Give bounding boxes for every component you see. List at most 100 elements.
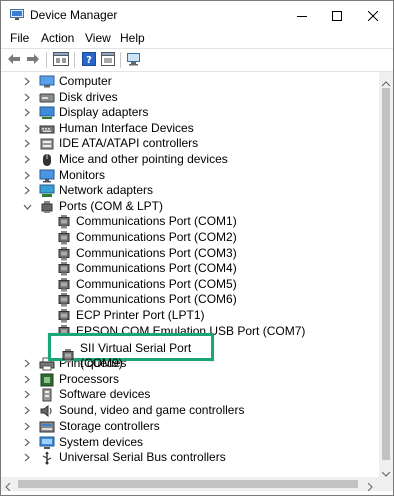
chevron-right-icon[interactable] [22,438,32,448]
tree-item-port-com9[interactable]: SII Virtual Serial Port (COM9) [60,341,211,371]
tree-item-label: Communications Port (COM2) [76,230,237,244]
tree-item-label: IDE ATA/ATAPI controllers [59,136,199,150]
tree-item-computer[interactable]: Computer [22,74,112,89]
tree-item-label: Processors [59,372,120,386]
tree-item-label: Monitors [59,168,106,182]
monitor-scan-icon [126,52,142,69]
tree-item-label: Human Interface Devices [59,121,194,135]
tree-item-software-devices[interactable]: Software devices [22,387,150,402]
chevron-right-icon[interactable] [22,108,32,118]
tree-item-ports[interactable]: Ports (COM & LPT) [22,199,163,214]
tree-item-port-com2[interactable]: Communications Port (COM2) [56,230,237,245]
usb-icon [39,451,55,465]
chevron-right-icon[interactable] [22,155,32,165]
tree-item-system-devices[interactable]: System devices [22,435,143,450]
computer-icon [39,75,55,89]
scrollbar-corner [379,477,393,491]
system-device-icon [39,436,55,450]
tree-item-port-com5[interactable]: Communications Port (COM5) [56,277,237,292]
horizontal-scrollbar[interactable] [1,477,379,494]
tree-item-label: Computer [59,74,112,88]
chevron-right-icon[interactable] [22,406,32,416]
device-manager-window: Device Manager File Action View Help ? C… [0,0,394,496]
menu-help[interactable]: Help [120,31,145,49]
device-tree: Computer Disk drives Display adapters Hu… [1,74,379,484]
tree-item-label: Communications Port (COM1) [76,214,237,228]
tree-item-sound-video[interactable]: Sound, video and game controllers [22,403,244,418]
ide-controller-icon [39,137,55,151]
minimize-icon [297,11,307,21]
tree-item-port-com4[interactable]: Communications Port (COM4) [56,261,237,276]
highlighted-port-callout[interactable]: SII Virtual Serial Port (COM9) [48,333,214,370]
port-icon [60,349,76,363]
tree-item-network-adapters[interactable]: Network adapters [22,183,153,198]
tree-item-human-interface-devices[interactable]: Human Interface Devices [22,121,194,136]
chevron-right-icon[interactable] [22,359,32,369]
menu-view[interactable]: View [85,31,111,49]
help-button[interactable]: ? [80,51,98,69]
scroll-left-icon[interactable] [5,480,11,494]
tree-item-label: Communications Port (COM5) [76,277,237,291]
title-bar[interactable]: Device Manager [1,1,393,31]
port-icon [56,261,72,276]
tree-item-port-lpt1[interactable]: ECP Printer Port (LPT1) [56,308,204,323]
menu-action[interactable]: Action [41,31,74,49]
toolbar-separator [74,52,75,68]
show-hidden-icon [101,51,115,69]
vertical-scroll-thumb[interactable] [382,88,390,460]
tree-item-label: Storage controllers [59,419,160,433]
tree-item-label: Mice and other pointing devices [59,152,228,166]
tree-item-label: SII Virtual Serial Port (COM9) [80,341,192,370]
chevron-right-icon[interactable] [22,186,32,196]
toolbar-separator [120,52,121,68]
tree-item-ide-controllers[interactable]: IDE ATA/ATAPI controllers [22,136,198,151]
disk-drive-icon [39,91,55,105]
scroll-right-icon[interactable] [367,480,373,494]
chevron-right-icon[interactable] [22,77,32,87]
port-icon [56,230,72,245]
chevron-down-icon[interactable] [22,202,32,212]
chevron-right-icon[interactable] [22,453,32,463]
svg-text:?: ? [86,55,92,66]
chevron-right-icon[interactable] [22,422,32,432]
scan-hardware-button[interactable] [125,51,143,69]
tree-item-port-com3[interactable]: Communications Port (COM3) [56,246,237,261]
tree-item-label: Ports (COM & LPT) [59,199,164,213]
chevron-right-icon[interactable] [22,139,32,149]
storage-controller-icon [39,420,55,434]
tree-item-storage-controllers[interactable]: Storage controllers [22,419,160,434]
software-device-icon [39,388,55,402]
port-icon [56,277,72,292]
vertical-scrollbar[interactable] [379,72,393,477]
processor-icon [39,373,55,387]
tree-item-label: ECP Printer Port (LPT1) [76,308,205,322]
chevron-right-icon[interactable] [22,171,32,181]
tree-item-monitors[interactable]: Monitors [22,168,105,183]
port-icon [56,308,72,323]
tree-item-display-adapters[interactable]: Display adapters [22,105,148,120]
toolbar-separator [46,52,47,68]
tree-item-label: Disk drives [59,90,118,104]
menu-bar: File Action View Help [1,31,393,49]
show-hidden-button[interactable] [99,51,117,69]
tree-item-port-com1[interactable]: Communications Port (COM1) [56,214,237,229]
tree-item-label: Communications Port (COM6) [76,292,237,306]
tree-item-usb-controllers[interactable]: Universal Serial Bus controllers [22,450,226,465]
tree-item-label: Communications Port (COM4) [76,261,237,275]
chevron-right-icon[interactable] [22,93,32,103]
close-button[interactable] [350,1,393,31]
properties-button[interactable] [52,51,70,69]
forward-button[interactable] [24,51,42,69]
tree-item-processors[interactable]: Processors [22,372,119,387]
tree-item-mice[interactable]: Mice and other pointing devices [22,152,228,167]
display-adapter-icon [39,106,55,120]
horizontal-scroll-thumb[interactable] [18,480,358,488]
forward-arrow-icon [26,53,40,68]
menu-file[interactable]: File [10,31,29,49]
tree-item-disk-drives[interactable]: Disk drives [22,90,118,105]
chevron-right-icon[interactable] [22,375,32,385]
chevron-right-icon[interactable] [22,124,32,134]
tree-item-port-com6[interactable]: Communications Port (COM6) [56,292,237,307]
back-button[interactable] [5,51,23,69]
chevron-right-icon[interactable] [22,390,32,400]
